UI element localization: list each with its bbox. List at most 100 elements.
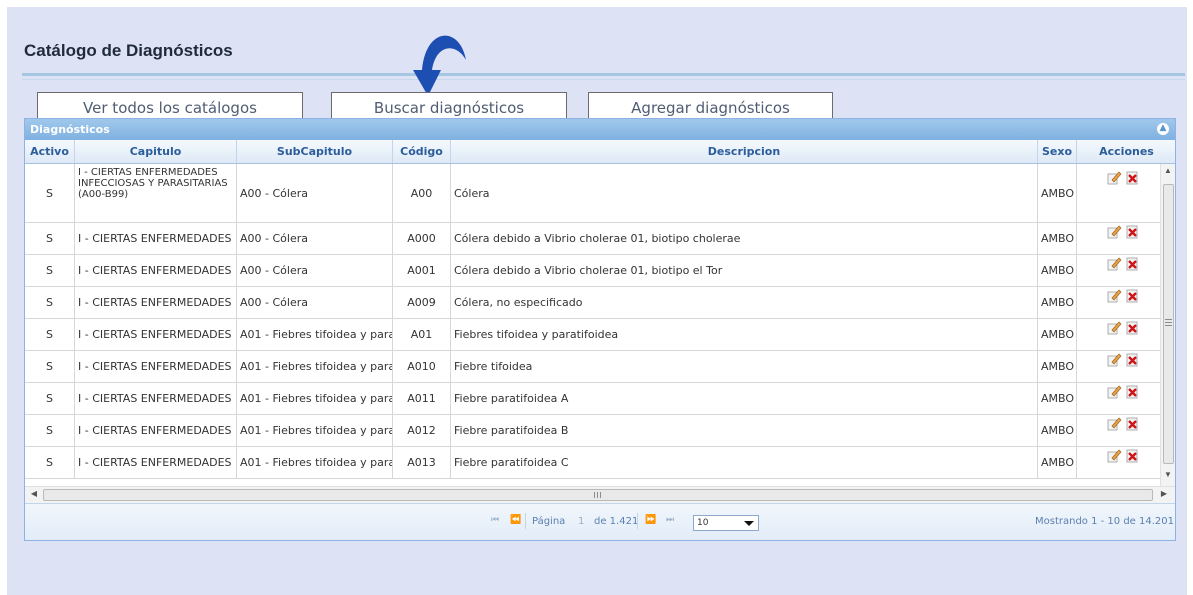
edit-icon[interactable] [1107, 385, 1122, 399]
edit-icon[interactable] [1107, 225, 1122, 239]
column-header-acciones[interactable]: Acciones [1077, 140, 1175, 163]
scroll-up-arrow-icon[interactable]: ▲ [1161, 166, 1175, 175]
delete-icon[interactable] [1125, 353, 1140, 367]
cell-sexo: AMBO [1038, 415, 1077, 446]
cell-codigo: A00 [393, 164, 451, 222]
page-size-select[interactable]: 10 [693, 515, 759, 531]
horizontal-scrollbar[interactable]: ◀ ▶ [25, 486, 1175, 503]
table-row[interactable]: SI - CIERTAS ENFERMEDADES A01 - Fiebres t… [25, 319, 1160, 351]
page-label: Página [532, 516, 566, 527]
grid-header: Activo Capitulo SubCapitulo Código Descr… [25, 140, 1175, 164]
delete-icon[interactable] [1125, 417, 1140, 431]
page-size-value: 10 [697, 518, 709, 528]
table-row[interactable]: SI - CIERTAS ENFERMEDADES A01 - Fiebres t… [25, 415, 1160, 447]
cell-acciones [1077, 351, 1160, 382]
table-row[interactable]: SI - CIERTAS ENFERMEDADES A00 - Cólera A00… [25, 287, 1160, 319]
table-row[interactable]: SI - CIERTAS ENFERMEDADES A00 - Cólera A00… [25, 223, 1160, 255]
vertical-scrollbar[interactable]: ▲ ▼ [1160, 164, 1175, 486]
pager-separator [637, 513, 638, 529]
collapse-icon[interactable]: ▲ [1157, 123, 1169, 135]
cell-capitulo: I - CIERTAS ENFERMEDADES [75, 287, 237, 318]
cell-activo: S [25, 319, 75, 350]
cell-activo: S [25, 255, 75, 286]
pager: ⏮ ⏪ Página 1 de 1.421 ⏩ ⏭ 10 Mostrando 1… [25, 503, 1175, 540]
column-header-subcapitulo[interactable]: SubCapitulo [237, 140, 393, 163]
page-number[interactable]: 1 [578, 516, 584, 527]
delete-icon[interactable] [1125, 289, 1140, 303]
table-row[interactable]: S I - CIERTAS ENFERMEDADES INFECCIOSAS Y… [25, 164, 1160, 223]
cell-codigo: A010 [393, 351, 451, 382]
delete-icon[interactable] [1125, 321, 1140, 335]
table-row[interactable]: SI - CIERTAS ENFERMEDADES A00 - Cólera A00… [25, 255, 1160, 287]
cell-activo: S [25, 447, 75, 478]
cell-descripcion: Fiebres tifoidea y paratifoidea [451, 319, 1038, 350]
chevron-down-icon [744, 521, 754, 526]
delete-icon[interactable] [1125, 225, 1140, 239]
diagnoses-grid: Diagnósticos ▲ Activo Capitulo SubCapitu… [24, 118, 1176, 541]
table-row[interactable]: SI - CIERTAS ENFERMEDADES A01 - Fiebres t… [25, 383, 1160, 415]
table-row[interactable] [25, 479, 1160, 486]
column-header-capitulo[interactable]: Capitulo [75, 140, 237, 163]
cell-acciones [1077, 319, 1160, 350]
cell-capitulo: I - CIERTAS ENFERMEDADES [75, 255, 237, 286]
cell-sexo: AMBO [1038, 164, 1077, 222]
first-page-icon[interactable]: ⏮ [491, 515, 499, 525]
prev-page-icon[interactable]: ⏪ [510, 515, 521, 525]
page-title: Catálogo de Diagnósticos [24, 41, 233, 60]
cell-descripcion: Cólera debido a Vibrio cholerae 01, biot… [451, 255, 1038, 286]
table-row[interactable]: SI - CIERTAS ENFERMEDADES A01 - Fiebres t… [25, 447, 1160, 479]
cell-acciones [1077, 255, 1160, 286]
cell-acciones [1077, 164, 1160, 222]
cell-acciones [1077, 447, 1160, 478]
cell-subcapitulo: A01 - Fiebres tifoidea y paratifoidea [237, 415, 393, 446]
scroll-grip-line [597, 492, 598, 498]
column-header-descripcion[interactable]: Descripcion [451, 140, 1038, 163]
delete-icon[interactable] [1125, 449, 1140, 463]
cell-subcapitulo: A01 - Fiebres tifoidea y paratifoidea [237, 351, 393, 382]
cell-capitulo: I - CIERTAS ENFERMEDADES [75, 447, 237, 478]
delete-icon[interactable] [1125, 257, 1140, 271]
records-summary: Mostrando 1 - 10 de 14.201 [1035, 516, 1174, 527]
add-diagnoses-button[interactable]: Agregar diagnósticos [588, 92, 833, 121]
cell-acciones [1077, 223, 1160, 254]
cell-descripcion: Cólera, no especificado [451, 287, 1038, 318]
horizontal-scroll-thumb[interactable] [43, 489, 1153, 501]
page-count: de 1.421 [594, 516, 639, 527]
edit-icon[interactable] [1107, 449, 1122, 463]
column-header-codigo[interactable]: Código [393, 140, 451, 163]
cell-codigo: A01 [393, 319, 451, 350]
cell-sexo: AMBO [1038, 319, 1077, 350]
cell-subcapitulo: A00 - Cólera [237, 255, 393, 286]
scroll-right-arrow-icon[interactable]: ▶ [1157, 489, 1171, 498]
edit-icon[interactable] [1107, 257, 1122, 271]
next-page-icon[interactable]: ⏩ [645, 515, 656, 525]
scroll-grip-line [1165, 325, 1172, 326]
edit-icon[interactable] [1107, 353, 1122, 367]
cell-codigo: A009 [393, 287, 451, 318]
table-row[interactable]: SI - CIERTAS ENFERMEDADES A01 - Fiebres t… [25, 351, 1160, 383]
cell-subcapitulo: A01 - Fiebres tifoidea y paratifoidea [237, 319, 393, 350]
edit-icon[interactable] [1107, 417, 1122, 431]
last-page-icon[interactable]: ⏭ [666, 515, 674, 525]
cell-codigo: A000 [393, 223, 451, 254]
grid-caption: Diagnósticos ▲ [25, 119, 1175, 140]
column-header-activo[interactable]: Activo [25, 140, 75, 163]
search-diagnoses-button[interactable]: Buscar diagnósticos [331, 92, 567, 121]
edit-icon[interactable] [1107, 289, 1122, 303]
delete-icon[interactable] [1125, 171, 1140, 185]
delete-icon[interactable] [1125, 385, 1140, 399]
cell-subcapitulo: A01 - Fiebres tifoidea y paratifoidea [237, 383, 393, 414]
cell-subcapitulo: A01 - Fiebres tifoidea y paratifoidea [237, 447, 393, 478]
scroll-left-arrow-icon[interactable]: ◀ [27, 489, 41, 498]
view-all-catalogs-button[interactable]: Ver todos los catálogos [37, 92, 303, 121]
cell-descripcion: Fiebre paratifoidea C [451, 447, 1038, 478]
column-header-sexo[interactable]: Sexo [1038, 140, 1077, 163]
scroll-down-arrow-icon[interactable]: ▼ [1161, 470, 1175, 479]
cell-subcapitulo: A00 - Cólera [237, 287, 393, 318]
title-divider [22, 73, 1185, 76]
cell-capitulo: I - CIERTAS ENFERMEDADES [75, 415, 237, 446]
cell-activo: S [25, 287, 75, 318]
edit-icon[interactable] [1107, 321, 1122, 335]
edit-icon[interactable] [1107, 171, 1122, 185]
vertical-scroll-thumb[interactable] [1163, 184, 1174, 464]
